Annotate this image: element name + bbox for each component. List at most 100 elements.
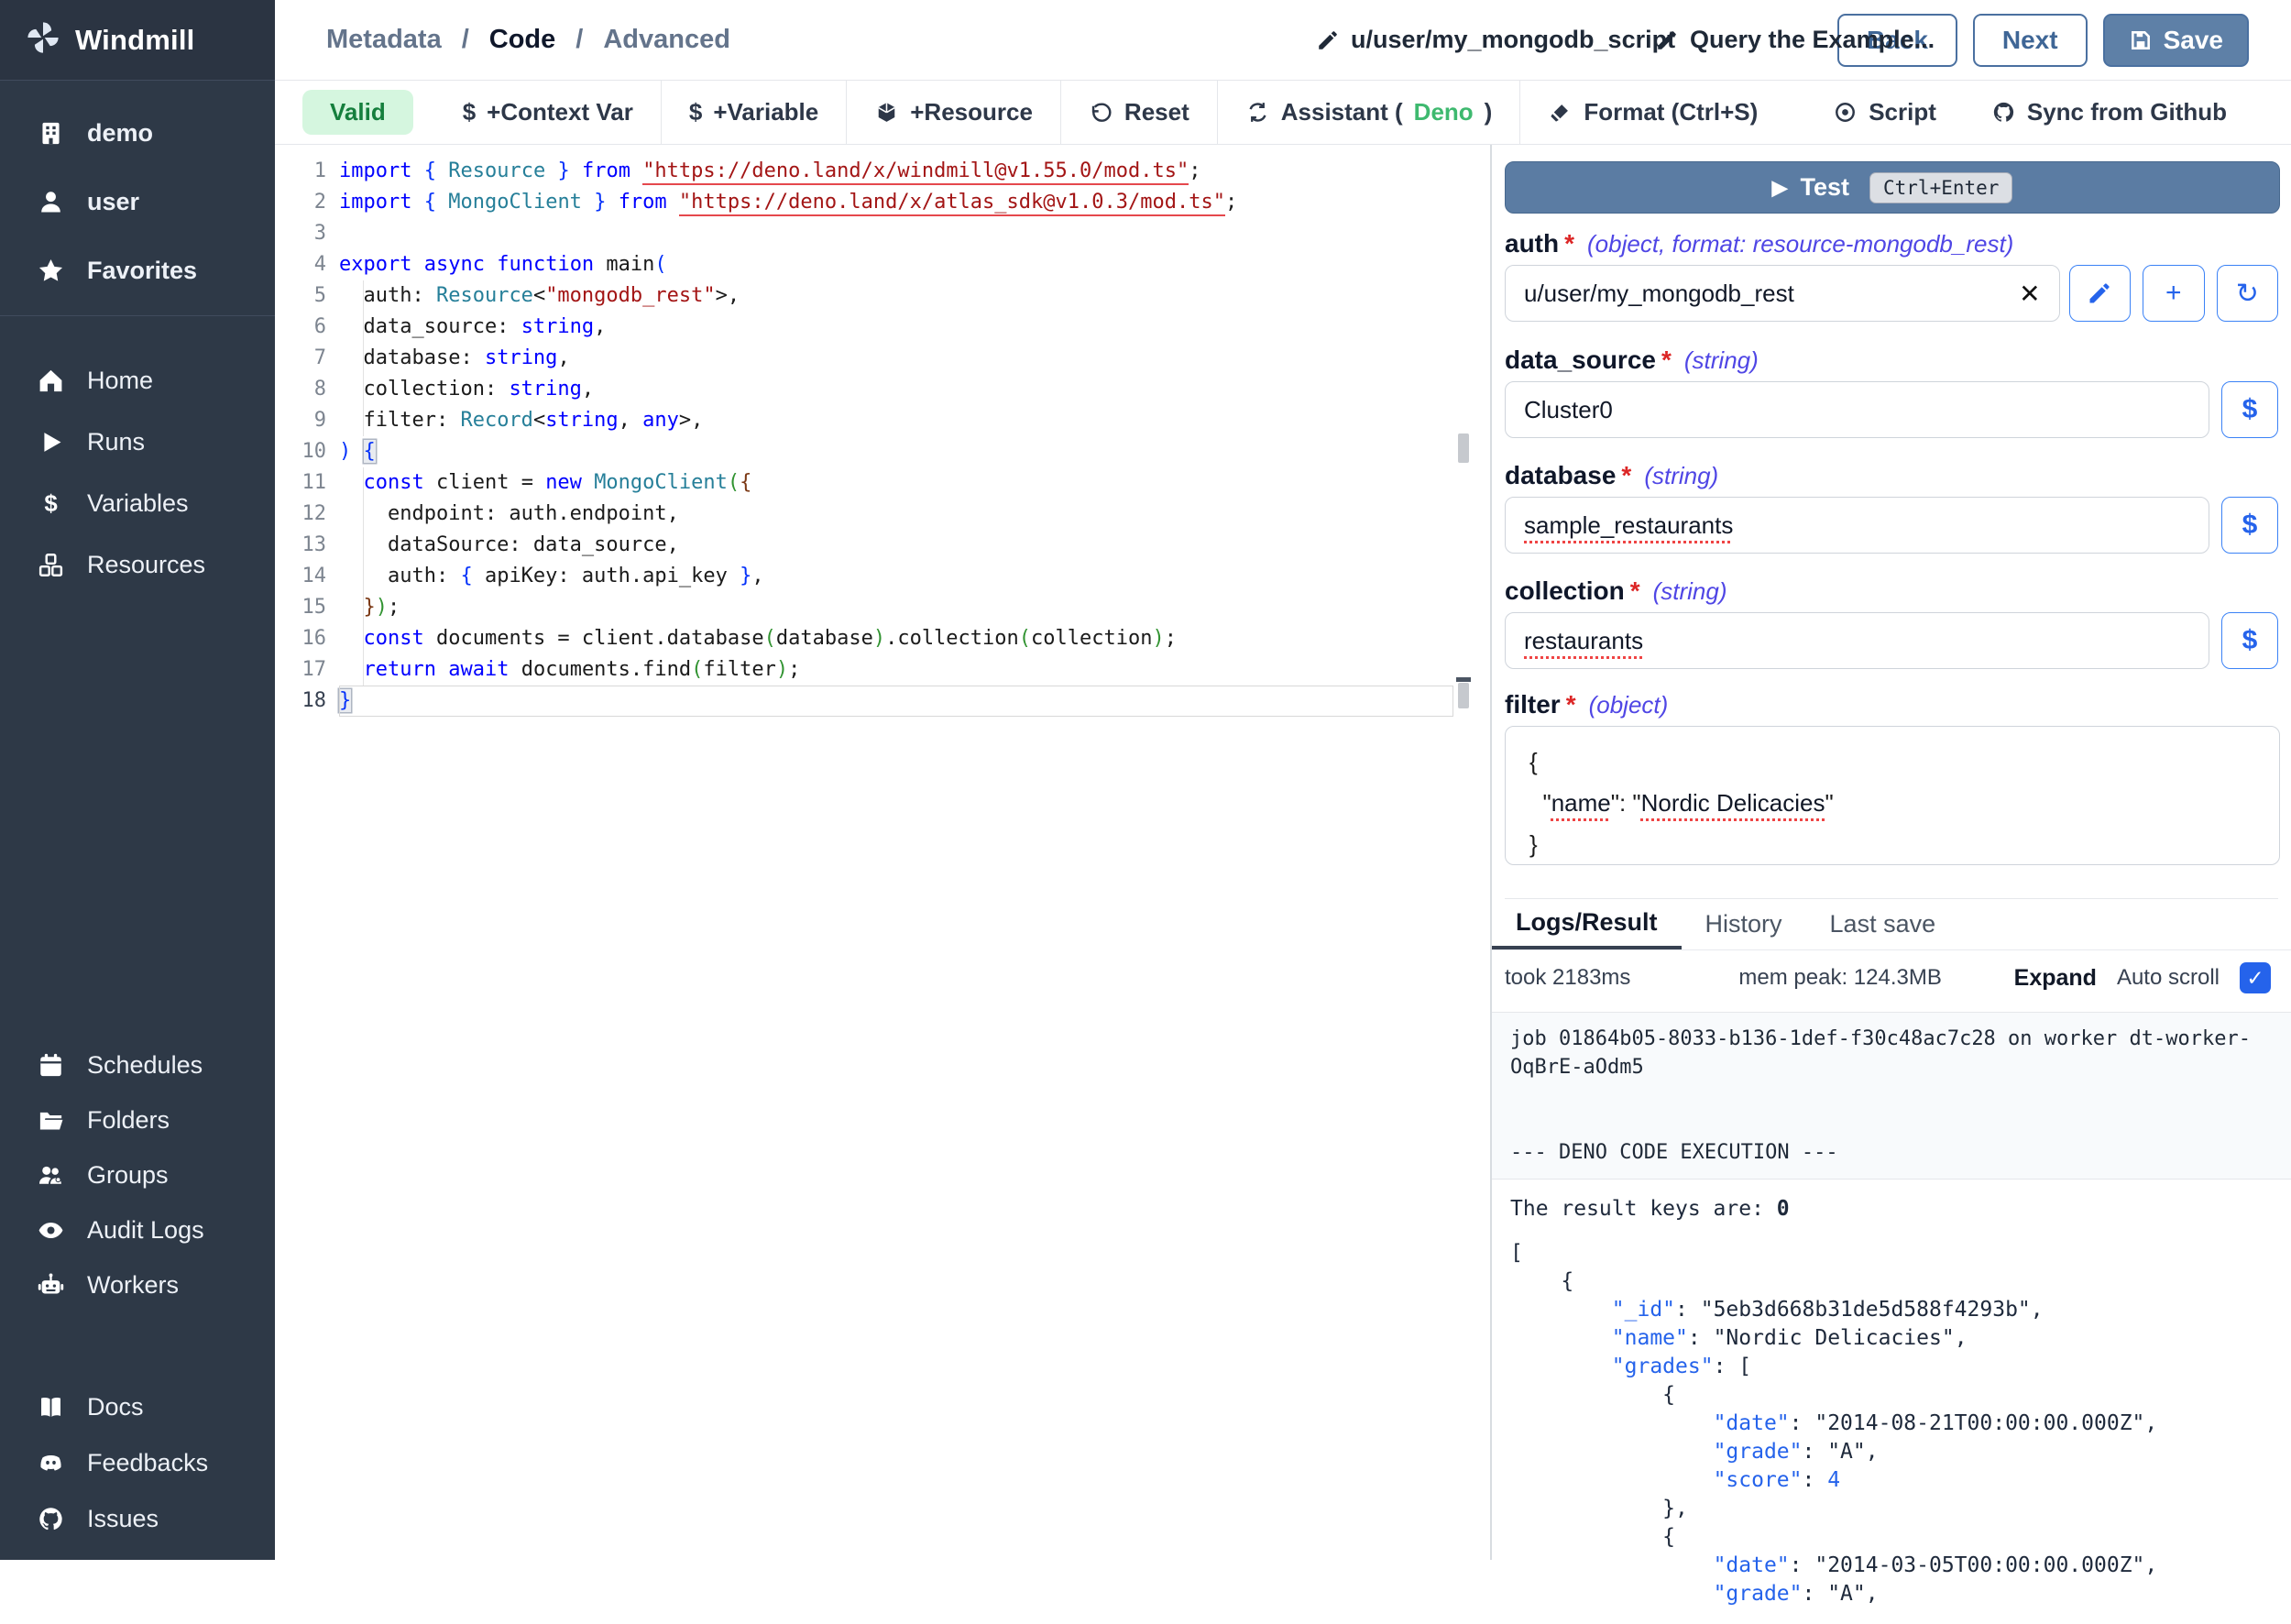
- tab-last-save[interactable]: Last save: [1806, 899, 1960, 949]
- script-summary-chip[interactable]: Query the Example...: [1655, 26, 1935, 54]
- script-path-chip[interactable]: u/user/my_mongodb_script: [1316, 26, 1675, 54]
- editor-scrollbar-thumb[interactable]: [1458, 433, 1469, 463]
- run-duration: took 2183ms: [1505, 965, 1630, 991]
- tab-history[interactable]: History: [1682, 899, 1806, 949]
- refresh-resource-button[interactable]: ↻: [2217, 265, 2278, 322]
- result-json: [ { "_id": "5eb3d668b31de5d588f4293b", "…: [1510, 1239, 2273, 1608]
- svg-text:$: $: [44, 491, 57, 517]
- expand-button[interactable]: Expand: [2014, 965, 2097, 992]
- save-button[interactable]: Save: [2103, 14, 2249, 67]
- calendar-icon: [37, 1051, 65, 1080]
- autoscroll-label: Auto scroll: [2117, 965, 2220, 991]
- brush-icon: [1548, 100, 1573, 125]
- sidebar-item-groups[interactable]: Groups: [0, 1147, 275, 1202]
- field-type: (string): [1684, 346, 1759, 375]
- auth-resource-input[interactable]: u/user/my_mongodb_rest ✕: [1505, 265, 2060, 322]
- insert-variable-button[interactable]: $: [2221, 381, 2278, 438]
- sidebar-item-runs[interactable]: Runs: [0, 411, 275, 473]
- sidebar-item-issues[interactable]: Issues: [0, 1491, 275, 1547]
- dollar-icon: $: [689, 98, 702, 126]
- sidebar-item-favorites[interactable]: Favorites: [0, 236, 275, 305]
- insert-variable-button[interactable]: $: [2221, 612, 2278, 669]
- sync-from-github-button[interactable]: Sync from Github: [1964, 81, 2254, 145]
- star-icon: [37, 257, 65, 285]
- code-line: import { Resource } from "https://deno.l…: [339, 156, 1453, 187]
- sidebar-item-label: Runs: [87, 428, 145, 456]
- sidebar-item-resources[interactable]: Resources: [0, 534, 275, 596]
- script-view-button[interactable]: Script: [1805, 81, 1964, 145]
- sidebar-item-label: Variables: [87, 489, 189, 518]
- overview-ruler-cursor-mark: [1456, 677, 1471, 682]
- add-context-var-button[interactable]: $ +Context Var: [435, 81, 662, 145]
- play-icon: [37, 428, 65, 456]
- filter-json-editor[interactable]: { "name": "Nordic Delicacies"}: [1505, 726, 2280, 865]
- sidebar-item-folders[interactable]: Folders: [0, 1092, 275, 1147]
- field-label-collection: collection* (string): [1505, 576, 2278, 606]
- dollar-icon: $: [463, 98, 476, 126]
- home-icon: [37, 367, 65, 395]
- field-type: (string): [1644, 462, 1718, 490]
- sidebar-item-feedbacks[interactable]: Feedbacks: [0, 1435, 275, 1491]
- data-source-input[interactable]: Cluster0: [1505, 381, 2209, 438]
- brand-header[interactable]: Windmill: [0, 0, 275, 81]
- pencil-icon: [1655, 28, 1679, 52]
- code-line: endpoint: auth.endpoint,: [339, 499, 1453, 530]
- sidebar-item-variables[interactable]: $ Variables: [0, 473, 275, 534]
- code-editor[interactable]: 123456789101112131415161718 import { Res…: [275, 145, 1490, 1560]
- auth-resource-value: u/user/my_mongodb_rest: [1524, 280, 1794, 308]
- circle-dot-icon: [1833, 100, 1858, 125]
- result-json-line: {: [1510, 1381, 2273, 1410]
- add-variable-button[interactable]: $ +Variable: [662, 81, 847, 145]
- field-type: (object): [1589, 691, 1669, 719]
- next-button[interactable]: Next: [1973, 14, 2088, 67]
- editor-scrollbar-thumb[interactable]: [1458, 683, 1469, 708]
- field-label-data-source: data_source* (string): [1505, 346, 2278, 375]
- valid-badge: Valid: [302, 90, 413, 135]
- dollar-icon: $: [2242, 510, 2258, 541]
- add-resource-button[interactable]: +Resource: [847, 81, 1061, 145]
- edit-resource-button[interactable]: [2069, 265, 2131, 322]
- top-header: Metadata / Code / Advanced u/user/my_mon…: [275, 0, 2291, 81]
- clear-icon[interactable]: ✕: [2019, 279, 2040, 309]
- breadcrumb: Metadata / Code / Advanced: [326, 25, 730, 55]
- result-json-line: "name": "Nordic Delicacies",: [1510, 1324, 2273, 1353]
- sidebar-item-home[interactable]: Home: [0, 350, 275, 411]
- tab-code[interactable]: Code: [489, 25, 556, 55]
- sidebar-item-label: Audit Logs: [87, 1216, 204, 1245]
- database-input[interactable]: sample_restaurants: [1505, 497, 2209, 554]
- sidebar-item-schedules[interactable]: Schedules: [0, 1037, 275, 1092]
- code-line: auth: { apiKey: auth.api_key },: [339, 561, 1453, 592]
- sidebar-item-audit-logs[interactable]: Audit Logs: [0, 1202, 275, 1257]
- breadcrumb-separator: /: [575, 25, 583, 55]
- log-line: job 01864b05-8033-b136-1def-f30c48ac7c28…: [1510, 1025, 2273, 1053]
- sidebar-item-user[interactable]: user: [0, 168, 275, 236]
- format-button[interactable]: Format (Ctrl+S): [1520, 81, 1785, 145]
- collection-input[interactable]: restaurants: [1505, 612, 2209, 669]
- result-json-line: },: [1510, 1495, 2273, 1523]
- dollar-icon: $: [2242, 394, 2258, 425]
- sidebar-item-label: Folders: [87, 1106, 170, 1135]
- sidebar-item-demo[interactable]: demo: [0, 99, 275, 168]
- book-icon: [37, 1393, 65, 1421]
- autoscroll-checkbox[interactable]: ✓: [2240, 962, 2271, 993]
- code-line: const documents = client.database(databa…: [339, 623, 1453, 654]
- sidebar-item-workers[interactable]: Workers: [0, 1257, 275, 1312]
- dollar-icon: $: [37, 489, 65, 518]
- add-resource-button-panel[interactable]: +: [2143, 265, 2204, 322]
- user-icon: [37, 188, 65, 216]
- result-tabs: Logs/Result History Last save: [1492, 899, 2291, 950]
- sidebar-item-docs[interactable]: Docs: [0, 1379, 275, 1435]
- script-path: u/user/my_mongodb_script: [1351, 26, 1675, 54]
- plus-icon: +: [2165, 278, 2182, 309]
- editor-toolbar: Valid $ +Context Var $ +Variable +Resour…: [275, 81, 2291, 145]
- tab-advanced[interactable]: Advanced: [603, 25, 730, 55]
- reset-button[interactable]: Reset: [1061, 81, 1218, 145]
- assistant-button[interactable]: Assistant (Deno): [1218, 81, 1521, 145]
- insert-variable-button[interactable]: $: [2221, 497, 2278, 554]
- refresh-icon: ↻: [2236, 278, 2259, 310]
- result-json-line: {: [1510, 1523, 2273, 1552]
- tab-metadata[interactable]: Metadata: [326, 25, 442, 55]
- test-button[interactable]: ▶ Test Ctrl+Enter: [1505, 161, 2280, 214]
- tab-logs-result[interactable]: Logs/Result: [1492, 899, 1682, 949]
- sidebar-admin-section: Schedules Folders Groups Audit Logs Workers: [0, 1037, 275, 1312]
